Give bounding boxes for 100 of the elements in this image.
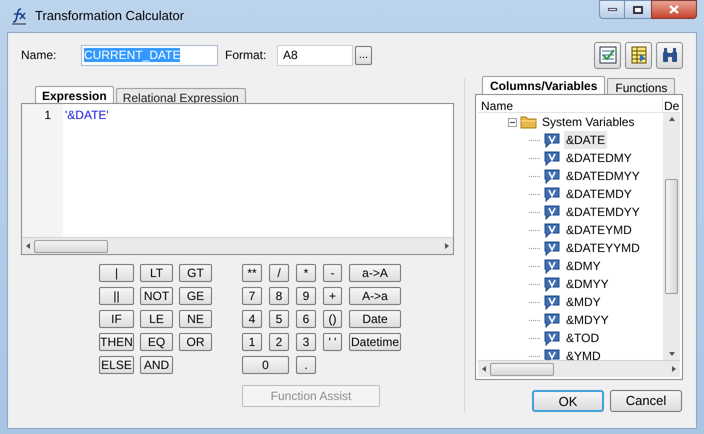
calculator-key[interactable]: * — [296, 264, 316, 282]
window-title: Transformation Calculator — [35, 7, 184, 26]
maximize-button[interactable] — [625, 0, 651, 19]
scroll-thumb[interactable] — [665, 179, 678, 294]
scroll-thumb[interactable] — [34, 240, 108, 252]
horizontal-scrollbar[interactable] — [478, 360, 680, 377]
close-button[interactable] — [651, 0, 697, 19]
panel-tab[interactable]: Functions — [607, 78, 676, 94]
panel-tab[interactable]: Columns/Variables — [482, 76, 606, 94]
dialog-button[interactable]: OK — [532, 390, 604, 412]
calculator-key[interactable]: a->A — [349, 264, 401, 282]
horizontal-scrollbar[interactable] — [22, 237, 453, 254]
variable-icon — [544, 294, 560, 310]
tree-item[interactable]: &DATEYMD — [564, 221, 634, 239]
line-number: 1 — [43, 107, 51, 124]
calculator-key[interactable]: 2 — [269, 333, 289, 351]
calculator-key[interactable]: ** — [242, 264, 262, 282]
calculator-key[interactable]: 1 — [242, 333, 262, 351]
scroll-up-icon[interactable] — [668, 117, 674, 121]
vertical-scrollbar[interactable] — [663, 113, 680, 360]
calculator-key[interactable]: + — [323, 287, 342, 305]
calculator-key[interactable]: GT — [179, 264, 212, 282]
variable-icon — [544, 168, 560, 184]
calculator-key[interactable]: / — [269, 264, 289, 282]
scroll-left-icon[interactable] — [482, 366, 486, 372]
variable-icon — [544, 312, 560, 328]
calculator-key[interactable]: 4 — [242, 310, 262, 328]
tree-item[interactable]: &DATEMDYY — [564, 203, 642, 221]
scroll-thumb[interactable] — [490, 362, 554, 376]
scroll-left-icon[interactable] — [26, 243, 30, 249]
browse-button[interactable]: ... — [355, 46, 372, 64]
tree-item[interactable]: &DATEYYMD — [564, 239, 642, 257]
editor-tab[interactable]: Relational Expression — [116, 88, 246, 103]
format-field[interactable]: A8 — [277, 44, 353, 66]
calculator-key[interactable]: 7 — [242, 287, 262, 305]
tree-item[interactable]: &DATEDMYY — [564, 167, 642, 185]
variable-icon — [544, 276, 560, 292]
variable-icon — [544, 204, 560, 220]
calculator-key[interactable]: . — [296, 356, 316, 374]
binoculars-icon — [660, 46, 678, 64]
calculator-key[interactable]: LT — [140, 264, 173, 282]
variable-icon — [544, 348, 560, 360]
tree-item[interactable]: &MDYY — [564, 311, 611, 329]
calculator-key[interactable]: THEN — [99, 333, 134, 351]
calculator-key[interactable]: () — [323, 310, 342, 328]
editor-tab[interactable]: Expression — [35, 86, 114, 103]
calculator-key[interactable]: Datetime — [349, 333, 401, 351]
format-label: Format: — [225, 47, 268, 64]
name-label: Name: — [21, 47, 58, 64]
code-line: '&DATE' — [65, 107, 109, 124]
folder-icon — [520, 115, 537, 129]
variable-icon — [544, 222, 560, 238]
column-header[interactable]: De — [662, 97, 680, 112]
calculator-key[interactable]: AND — [140, 356, 173, 374]
variable-icon — [544, 330, 560, 346]
minimize-button[interactable] — [599, 0, 625, 19]
calculator-key[interactable]: A->a — [349, 287, 401, 305]
calculator-key[interactable]: Date — [349, 310, 401, 328]
calculator-key[interactable]: || — [99, 287, 134, 305]
dialog-button[interactable]: Cancel — [610, 390, 682, 412]
tree-item[interactable]: &DATEMDY — [564, 185, 634, 203]
expression-editor[interactable]: 1 '&DATE' — [21, 103, 454, 255]
collapse-icon[interactable] — [508, 118, 517, 126]
calculator-key[interactable]: 0 — [242, 356, 289, 374]
variable-icon — [544, 240, 560, 256]
calculator-key[interactable]: | — [99, 264, 134, 282]
table-icon — [630, 46, 648, 64]
toolbar-button[interactable] — [625, 42, 652, 68]
close-icon — [669, 5, 679, 14]
tree-item[interactable]: &DATE — [564, 131, 608, 149]
calculator-key[interactable]: 5 — [269, 310, 289, 328]
folder-label: System Variables — [542, 114, 634, 131]
scroll-right-icon[interactable] — [445, 243, 449, 249]
calculator-key[interactable]: EQ — [140, 333, 173, 351]
tree-item[interactable]: &YMD — [564, 347, 603, 360]
tree-item[interactable]: &DMY — [564, 257, 603, 275]
calculator-key[interactable]: NOT — [140, 287, 173, 305]
scroll-down-icon[interactable] — [668, 352, 674, 356]
calculator-key[interactable]: OR — [179, 333, 212, 351]
scroll-right-icon[interactable] — [672, 366, 676, 372]
toolbar-button[interactable] — [594, 42, 621, 68]
calculator-key[interactable]: 3 — [296, 333, 316, 351]
variable-icon — [544, 258, 560, 274]
calculator-key[interactable]: IF — [99, 310, 134, 328]
tree-item[interactable]: &DATEDMY — [564, 149, 634, 167]
tree-item[interactable]: &MDY — [564, 293, 603, 311]
calculator-key[interactable]: 8 — [269, 287, 289, 305]
checklist-icon — [598, 46, 616, 64]
column-header[interactable]: Name — [478, 97, 662, 112]
tree-item[interactable]: &DMYY — [564, 275, 611, 293]
toolbar-button[interactable] — [656, 42, 683, 68]
calculator-key[interactable]: NE — [179, 310, 212, 328]
calculator-key[interactable]: ELSE — [99, 356, 134, 374]
calculator-key[interactable]: GE — [179, 287, 212, 305]
calculator-key[interactable]: 6 — [296, 310, 316, 328]
calculator-key[interactable]: - — [323, 264, 342, 282]
calculator-key[interactable]: ' ' — [323, 333, 342, 351]
calculator-key[interactable]: LE — [140, 310, 173, 328]
tree-item[interactable]: &TOD — [564, 329, 602, 347]
calculator-key[interactable]: 9 — [296, 287, 316, 305]
